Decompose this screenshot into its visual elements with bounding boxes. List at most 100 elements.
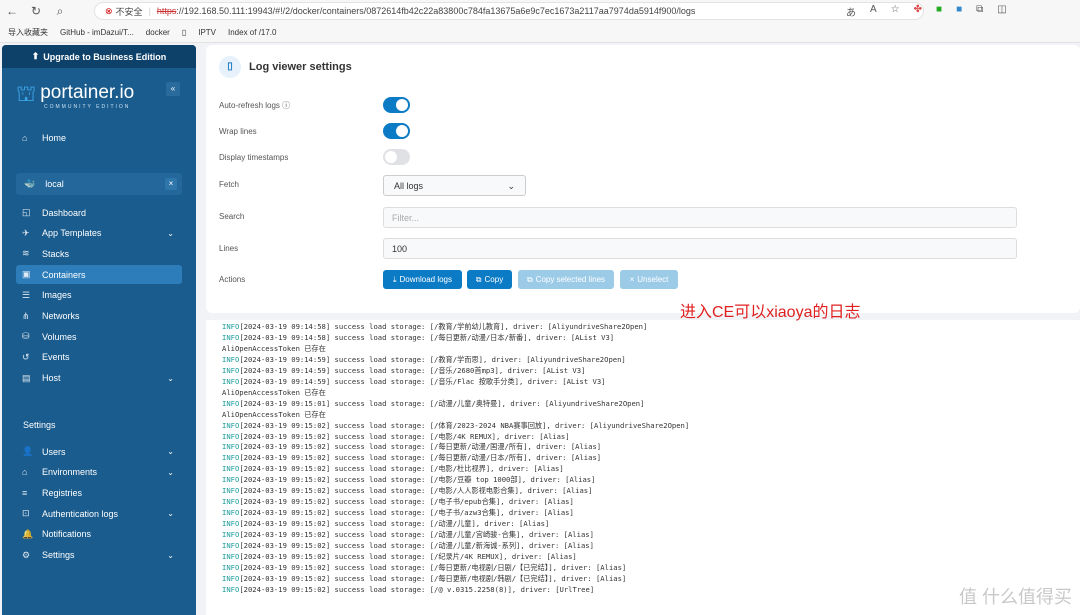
log-level: INFO (222, 552, 240, 562)
log-line[interactable]: INFO[2024-03-19 09:15:02] success load s… (222, 432, 1080, 443)
bookmark-docker[interactable]: docker (146, 28, 170, 37)
close-env-button[interactable]: × (165, 178, 177, 190)
copy-icon: ⧉ (526, 274, 533, 284)
log-line[interactable]: INFO[2024-03-19 09:14:59] success load s… (222, 377, 1080, 388)
log-level: INFO (222, 431, 240, 441)
chevron-down-icon: ⌄ (167, 467, 174, 477)
log-line[interactable]: INFO[2024-03-19 09:15:02] success load s… (222, 585, 1080, 596)
address-bar[interactable]: ⊗ 不安全 | https ://192.168.50.111:19943/#!… (94, 2, 924, 20)
bookmark-github[interactable]: GitHub - imDazui/T... (60, 28, 134, 37)
reload-icon[interactable]: ↻ (24, 4, 48, 18)
box-icon: ▣ (22, 269, 31, 280)
search-input[interactable]: Filter... (383, 207, 1017, 228)
copy-button[interactable]: ⧉ Copy (467, 270, 512, 289)
collapse-sidebar-button[interactable]: « (166, 82, 180, 96)
log-line[interactable]: INFO[2024-03-19 09:14:59] success load s… (222, 366, 1080, 377)
security-label: 不安全 (115, 6, 143, 17)
unselect-button[interactable]: × Unselect (620, 270, 678, 289)
log-line[interactable]: AliOpenAccessToken 已存在 (222, 344, 1080, 355)
auto-refresh-label: Auto-refresh logs ⓘ (219, 101, 291, 110)
panel-title: Log viewer settings (249, 61, 352, 73)
url-scheme: https (156, 6, 177, 16)
log-line[interactable]: INFO[2024-03-19 09:15:02] success load s… (222, 497, 1080, 508)
log-line[interactable]: INFO[2024-03-19 09:15:02] success load s… (222, 519, 1080, 530)
copy-selected-lines-button[interactable]: ⧉ Copy selected lines (518, 270, 614, 289)
settings-item-icon: ⌂ (22, 467, 28, 478)
log-line[interactable]: INFO[2024-03-19 09:15:02] success load s… (222, 421, 1080, 432)
sidebar-item-authentication-logs[interactable]: ⊡ Authentication logs ⌄ (16, 504, 182, 523)
back-icon[interactable]: ← (0, 4, 24, 18)
sidebar-item-host[interactable]: ▤ Host ⌄ (16, 369, 182, 388)
sidebar-item-volumes[interactable]: ⛁ Volumes (16, 327, 182, 346)
extension-icon[interactable]: ■ (936, 4, 942, 19)
log-line[interactable]: INFO[2024-03-19 09:14:59] success load s… (222, 355, 1080, 366)
item-label: Settings (42, 550, 75, 560)
settings-item-icon: ⚙ (22, 549, 31, 560)
log-line[interactable]: INFO[2024-03-19 09:15:02] success load s… (222, 508, 1080, 519)
log-line[interactable]: INFO[2024-03-19 09:15:01] success load s… (222, 399, 1080, 410)
log-line[interactable]: INFO[2024-03-19 09:15:02] success load s… (222, 464, 1080, 475)
favorite-star-icon[interactable]: ☆ (891, 4, 900, 19)
lines-input[interactable]: 100 (383, 238, 1017, 259)
env-label: local (45, 179, 64, 189)
chevron-down-icon: ⌄ (167, 550, 174, 560)
split-screen-icon[interactable]: ◫ (997, 4, 1006, 19)
log-line[interactable]: INFO[2024-03-19 09:15:02] success load s… (222, 442, 1080, 453)
log-line[interactable]: INFO[2024-03-19 09:15:02] success load s… (222, 486, 1080, 497)
sidebar-item-registries[interactable]: ≡ Registries (16, 483, 182, 502)
sidebar-item-settings[interactable]: ⚙ Settings ⌄ (16, 546, 182, 565)
log-line[interactable]: INFO[2024-03-19 09:15:02] success load s… (222, 475, 1080, 486)
timestamps-toggle[interactable] (383, 149, 410, 165)
upgrade-button[interactable]: ⬆ Upgrade to Business Edition (2, 45, 196, 68)
log-line[interactable]: AliOpenAccessToken 已存在 (222, 410, 1080, 421)
log-line[interactable]: INFO[2024-03-19 09:15:02] success load s… (222, 563, 1080, 574)
sidebar-item-events[interactable]: ↺ Events (16, 348, 182, 367)
download-logs-button[interactable]: ⤓ Download logs (383, 270, 462, 289)
log-level: INFO (222, 322, 240, 331)
sidebar-item-notifications[interactable]: 🔔 Notifications (16, 525, 182, 544)
item-label: Containers (42, 269, 86, 280)
wrap-lines-toggle[interactable] (383, 123, 410, 139)
search-icon[interactable]: ⌕ (48, 4, 72, 19)
log-level: INFO (222, 497, 240, 507)
log-line[interactable]: INFO[2024-03-19 09:14:58] success load s… (222, 322, 1080, 333)
sidebar-item-dashboard[interactable]: ◱ Dashboard (16, 203, 182, 222)
file-icon: ▯ (219, 56, 241, 78)
logo-name: portainer.io (40, 81, 135, 103)
sidebar-item-users[interactable]: 👤 Users ⌄ (16, 442, 182, 461)
log-line[interactable]: INFO[2024-03-19 09:15:02] success load s… (222, 552, 1080, 563)
extension-icon[interactable]: ■ (956, 4, 962, 19)
environment-local[interactable]: 🐳 local × (16, 173, 182, 195)
bookmark-page-icon[interactable]: ▯ (182, 28, 186, 37)
bookmark-import[interactable]: 导入收藏夹 (8, 27, 48, 38)
sidebar-item-environments[interactable]: ⌂ Environments ⌄ (16, 463, 182, 482)
log-line[interactable]: INFO[2024-03-19 09:15:02] success load s… (222, 530, 1080, 541)
read-aloud-icon[interactable]: A (870, 4, 877, 19)
home-icon: ⌂ (22, 132, 28, 143)
auto-refresh-toggle[interactable] (383, 97, 410, 113)
log-line[interactable]: INFO[2024-03-19 09:15:02] success load s… (222, 453, 1080, 464)
sidebar-item-stacks[interactable]: ≋ Stacks (16, 244, 182, 263)
bookmark-iptv[interactable]: IPTV (198, 28, 216, 37)
sidebar-item-containers[interactable]: ▣ Containers (16, 265, 182, 285)
log-level: INFO (222, 530, 240, 540)
sidebar-item-images[interactable]: ☰ Images (16, 286, 182, 305)
sidebar-item-app-templates[interactable]: ✈ App Templates ⌄ (16, 224, 182, 243)
help-icon[interactable]: ⓘ (282, 101, 290, 110)
sidebar-item-networks[interactable]: ⋔ Networks (16, 307, 182, 326)
fetch-select[interactable]: All logs ⌄ (383, 175, 526, 196)
search-label: Search (219, 212, 245, 221)
log-output[interactable]: INFO[2024-03-19 09:14:58] success load s… (206, 320, 1080, 615)
log-line[interactable]: AliOpenAccessToken 已存在 (222, 388, 1080, 399)
log-line[interactable]: INFO[2024-03-19 09:15:02] success load s… (222, 574, 1080, 585)
item-label: Events (42, 352, 70, 363)
log-line[interactable]: INFO[2024-03-19 09:15:02] success load s… (222, 541, 1080, 552)
log-line[interactable]: INFO[2024-03-19 09:14:58] success load s… (222, 333, 1080, 344)
bookmark-index[interactable]: Index of /17.0 (228, 28, 276, 37)
sidebar-item-home[interactable]: ⌂ Home (16, 128, 182, 147)
not-secure-icon: ⊗ (105, 5, 113, 16)
database-icon: ⛁ (22, 331, 30, 342)
translate-icon[interactable]: あ (846, 4, 856, 19)
extension-icon[interactable]: ✤ (914, 4, 922, 19)
extensions-puzzle-icon[interactable]: ⧉ (976, 4, 983, 19)
